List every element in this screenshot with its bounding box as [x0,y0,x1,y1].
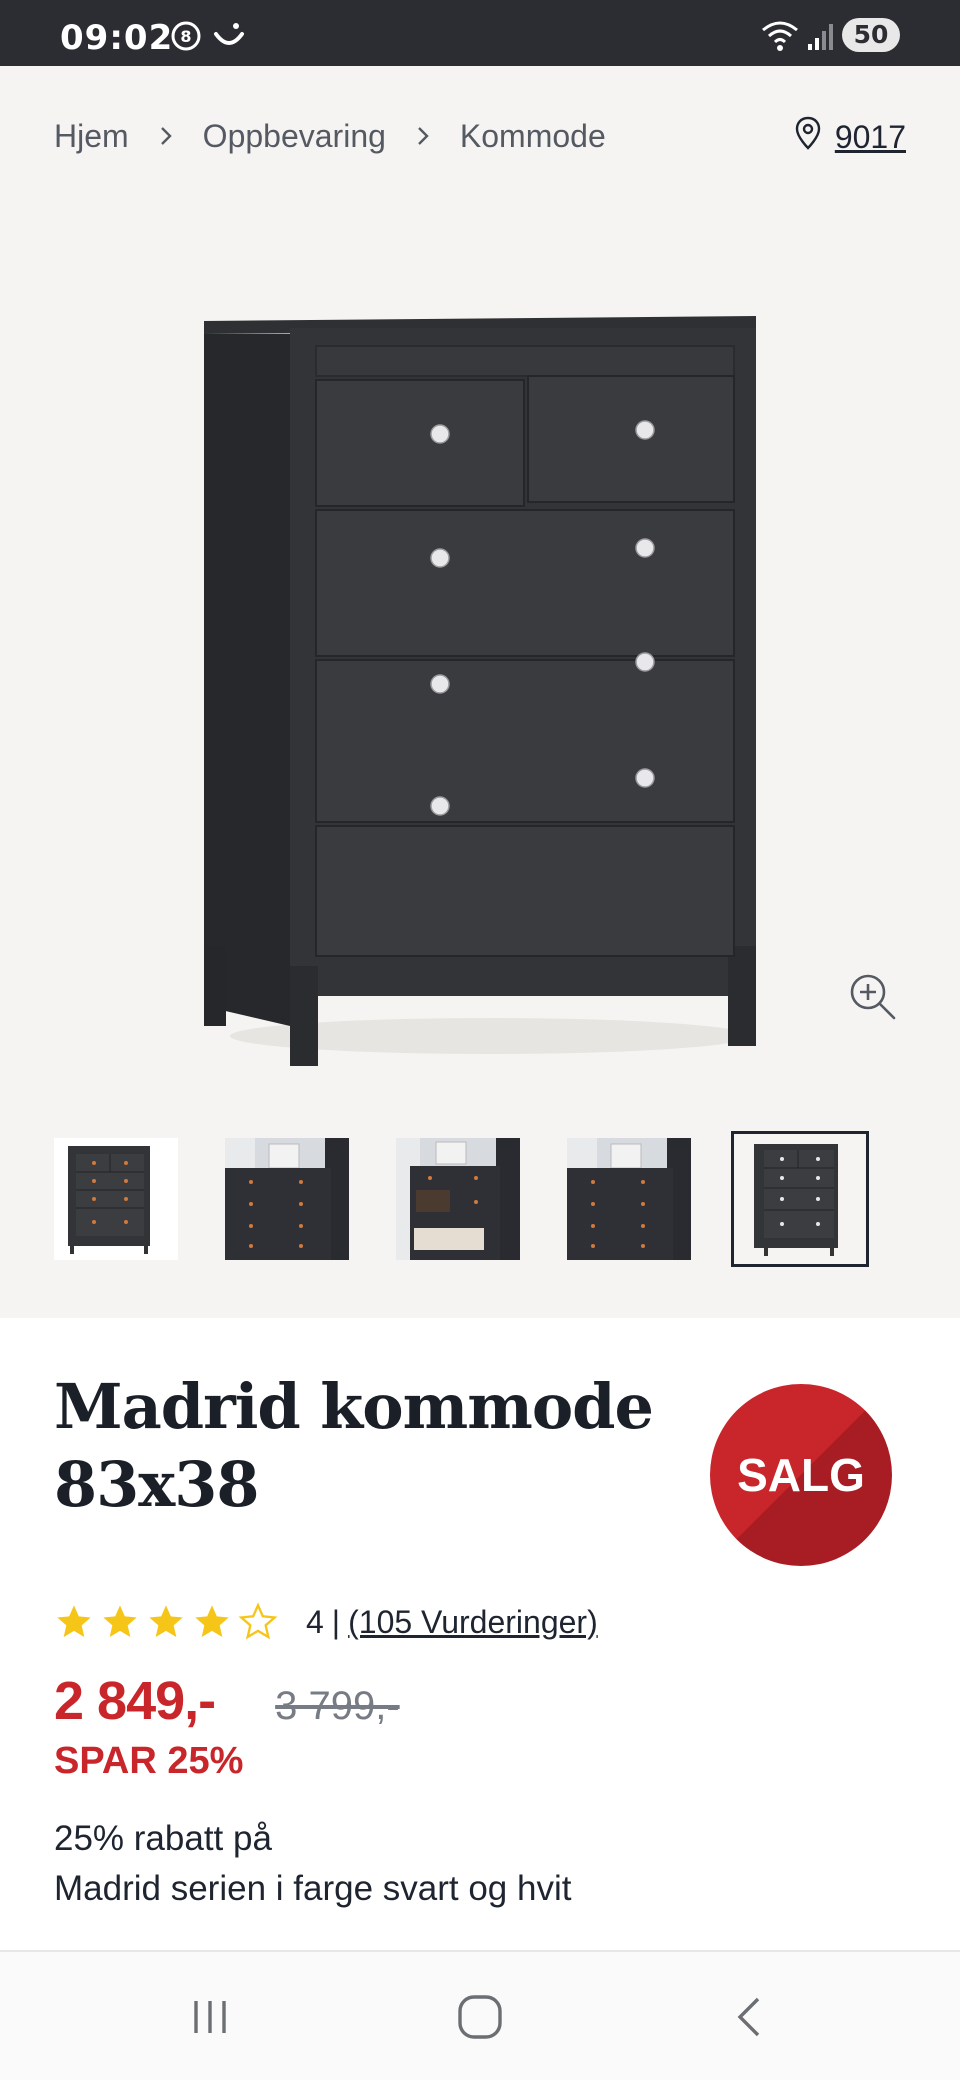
breadcrumb-dresser[interactable]: Kommode [460,118,606,155]
recent-apps-button[interactable] [180,1992,240,2042]
current-price: 2 849,- [54,1671,216,1731]
star-filled-icon [57,1605,91,1637]
rating-divider: | [331,1603,341,1640]
zip-selector[interactable]: 9017 [795,116,906,158]
nfc-icon: 8 [170,20,202,57]
star-filled-icon [195,1605,229,1637]
location-pin-icon [795,116,821,158]
wifi-icon [760,18,800,59]
zip-code[interactable]: 9017 [835,119,906,156]
breadcrumb-home[interactable]: Hjem [54,118,129,155]
product-title-line1: Madrid kommode [54,1370,654,1443]
product-media: Hjem Oppbevaring Kommode 9017 [0,66,960,1318]
star-filled-icon [103,1605,137,1637]
thumbnail-4[interactable] [567,1138,691,1260]
breadcrumb: Hjem Oppbevaring Kommode [54,118,606,155]
battery-indicator: 50 [842,18,900,52]
thumbnail-strip [54,1131,914,1267]
thumbnail-5[interactable] [731,1131,869,1267]
svg-text:8: 8 [180,27,191,46]
star-filled-icon [149,1605,183,1637]
product-title: Madrid kommode 83x38 [54,1368,674,1524]
smile-icon [212,20,246,57]
reviews-link[interactable]: (105 Vurderinger) [348,1604,598,1641]
savings-label: SPAR 25% [54,1740,244,1782]
thumbnail-1[interactable] [54,1138,178,1260]
chevron-right-icon [416,118,430,155]
promo-line-2: Madrid serien i farge svart og hvit [54,1869,572,1908]
product-image[interactable] [190,306,770,1076]
promo-line-1: 25% rabatt på [54,1819,272,1858]
status-time: 09:02 [60,18,174,58]
back-button[interactable] [720,1992,780,2042]
chevron-right-icon [159,118,173,155]
star-rating [54,1602,284,1642]
price-row: 2 849,- 3 799,- [54,1670,400,1732]
promo-text: 25% rabatt på Madrid serien i farge svar… [54,1814,914,1914]
zoom-in-icon[interactable] [848,972,900,1024]
old-price: 3 799,- [275,1684,400,1728]
signal-icon [806,20,836,57]
thumbnail-2[interactable] [225,1138,349,1260]
home-button[interactable] [450,1992,510,2042]
sale-badge: SALG [710,1384,892,1566]
thumbnail-3[interactable] [396,1138,520,1260]
rating-score: 4 [306,1603,324,1640]
status-bar: 09:02 8 50 [0,0,960,66]
system-nav-bar [0,1950,960,2080]
breadcrumb-storage[interactable]: Oppbevaring [203,118,386,155]
star-empty-icon [238,1602,278,1640]
rating: 4 | (105 Vurderinger) [54,1602,598,1642]
product-title-line2: 83x38 [54,1448,260,1521]
